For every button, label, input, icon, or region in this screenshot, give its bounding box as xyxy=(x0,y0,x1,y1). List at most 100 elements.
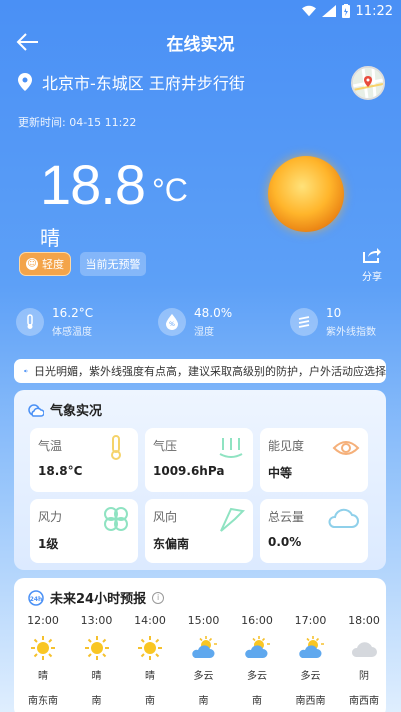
forecast-condition: 阴 xyxy=(359,671,369,682)
obs-cell-wind-force: 风力 1级 xyxy=(30,499,138,563)
map-icon xyxy=(353,68,383,98)
metric-label: 紫外线指数 xyxy=(326,327,376,338)
obs-cell-wind-direction: 风向 东偏南 xyxy=(145,499,253,563)
forecast-time: 16:00 xyxy=(241,614,273,627)
aqi-badge[interactable]: ☺ 轻度 xyxy=(19,252,71,276)
eye-icon xyxy=(332,441,360,455)
obs-value: 18.8°C xyxy=(38,464,83,478)
thermometer-icon xyxy=(111,435,121,460)
humidity-icon: % xyxy=(158,308,186,336)
forecast-time: 17:00 xyxy=(294,614,327,627)
forecast-condition: 多云 xyxy=(193,671,214,682)
obs-value: 0.0% xyxy=(268,535,302,549)
aqi-label: 轻度 xyxy=(42,258,64,271)
metrics-row: 16.2°C 体感温度 % 48.0% 湿度 10 紫外线指数 xyxy=(16,306,386,342)
metric-value: 16.2°C xyxy=(52,306,94,320)
forecast-time: 15:00 xyxy=(187,614,220,627)
sun-icon xyxy=(268,156,344,232)
current-temperature: 18.8 xyxy=(40,153,146,216)
forecast-condition: 多云 xyxy=(247,671,267,682)
svg-text:24h: 24h xyxy=(30,596,43,603)
observation-card: 气象实况 气温 18.8°C 气压 1009.6hPa 能见度 中等 风力 1级… xyxy=(14,390,386,570)
observation-header: 气象实况 xyxy=(28,400,372,419)
partly-cloudy-icon xyxy=(230,633,284,663)
cloud-icon xyxy=(328,508,359,528)
forecast-wind: 南西南 xyxy=(295,696,326,707)
notice-text: 日光明媚，紫外线强度有点高，建议采取高级别的防护，户外活动应选择 xyxy=(34,365,386,378)
status-bar: 11:22 xyxy=(0,0,401,22)
location-name: 北京市-东城区 王府井步行街 xyxy=(42,74,245,93)
forecast-condition: 晴 xyxy=(38,671,48,682)
forecast-wind: 南 xyxy=(145,696,155,707)
metric-label: 湿度 xyxy=(194,327,214,338)
back-arrow-icon[interactable] xyxy=(14,30,40,54)
page-title: 在线实况 xyxy=(166,34,235,55)
obs-value: 中等 xyxy=(268,466,293,480)
current-condition: 晴 xyxy=(40,226,60,250)
obs-value: 1009.6hPa xyxy=(153,464,225,478)
wifi-icon xyxy=(301,5,316,17)
sun-icon xyxy=(70,633,124,663)
forecast-hour: 15:00 多云南 xyxy=(177,614,231,707)
share-button[interactable]: 分享 xyxy=(358,246,386,283)
uv-icon xyxy=(290,308,318,336)
metric-label: 体感温度 xyxy=(52,327,92,338)
share-label: 分享 xyxy=(362,272,382,283)
forecast-condition: 晴 xyxy=(145,671,155,682)
forecast-header: 24h 未来24小时预报 i xyxy=(28,588,165,607)
metric-value: 48.0% xyxy=(194,306,233,320)
info-icon[interactable]: i xyxy=(152,591,165,604)
obs-value: 1级 xyxy=(38,537,59,551)
thermometer-icon xyxy=(16,308,44,336)
share-icon xyxy=(363,248,381,263)
signal-icon xyxy=(321,5,336,17)
forecast-condition: 多云 xyxy=(300,671,321,682)
aqi-face-icon: ☺ xyxy=(26,258,38,270)
forecast-time: 18:00 xyxy=(348,614,380,627)
forecast-hour: 18:00 阴南西南 xyxy=(337,614,386,707)
cloud-sun-icon xyxy=(28,403,44,417)
alert-badge[interactable]: 当前无预警 xyxy=(80,252,146,276)
obs-cell-pressure: 气压 1009.6hPa xyxy=(145,428,253,492)
overcast-icon xyxy=(337,633,386,663)
update-time: 更新时间: 04-15 11:22 xyxy=(18,116,137,129)
location-pin-icon xyxy=(18,73,32,91)
obs-value: 东偏南 xyxy=(153,537,190,551)
forecast-wind: 南 xyxy=(198,696,209,707)
forecast-condition: 晴 xyxy=(91,671,102,682)
forecast-hour: 17:00 多云南西南 xyxy=(284,614,338,707)
pressure-icon xyxy=(219,438,243,458)
sun-icon xyxy=(16,633,70,663)
obs-cell-temperature: 气温 18.8°C xyxy=(30,428,138,492)
forecast-title: 未来24小时预报 xyxy=(50,592,147,607)
metric-humidity: % 48.0% 湿度 xyxy=(158,306,232,338)
map-button[interactable] xyxy=(351,66,385,100)
forecast-hour: 13:00 晴南 xyxy=(70,614,124,707)
forecast-wind: 南 xyxy=(91,696,102,707)
forecast-wind: 南东南 xyxy=(28,696,58,707)
sun-icon xyxy=(123,633,177,663)
location-bar[interactable]: 北京市-东城区 王府井步行街 xyxy=(18,70,245,94)
forecast-time: 14:00 xyxy=(134,614,166,627)
status-time: 11:22 xyxy=(355,3,393,19)
forecast-hour: 12:00 晴南东南 xyxy=(16,614,70,707)
app-header: 在线实况 xyxy=(0,22,401,62)
forecast-wind: 南 xyxy=(252,696,262,707)
obs-cell-visibility: 能见度 中等 xyxy=(260,428,368,492)
metric-value: 10 xyxy=(326,306,342,320)
flag-icon xyxy=(220,507,245,532)
metric-uv: 10 紫外线指数 xyxy=(290,306,376,338)
notice-banner[interactable]: 日光明媚，紫外线强度有点高，建议采取高级别的防护，户外活动应选择 xyxy=(14,359,386,383)
partly-cloudy-icon xyxy=(177,633,231,663)
forecast-hour: 16:00 多云南 xyxy=(230,614,284,707)
forecast-wind: 南西南 xyxy=(349,696,379,707)
forecast-hour: 14:00 晴南 xyxy=(123,614,177,707)
speaker-icon xyxy=(24,369,28,373)
observation-title: 气象实况 xyxy=(50,404,103,419)
forecast-time: 12:00 xyxy=(27,614,59,627)
temperature-unit: °C xyxy=(152,172,188,208)
svg-text:%: % xyxy=(169,321,175,328)
metric-feels-like: 16.2°C 体感温度 xyxy=(16,306,93,338)
forecast-card: 24h 未来24小时预报 i 12:00 晴南东南 13:00 晴南 14:00 晴南 15… xyxy=(14,578,386,712)
forecast-time: 13:00 xyxy=(80,614,113,627)
